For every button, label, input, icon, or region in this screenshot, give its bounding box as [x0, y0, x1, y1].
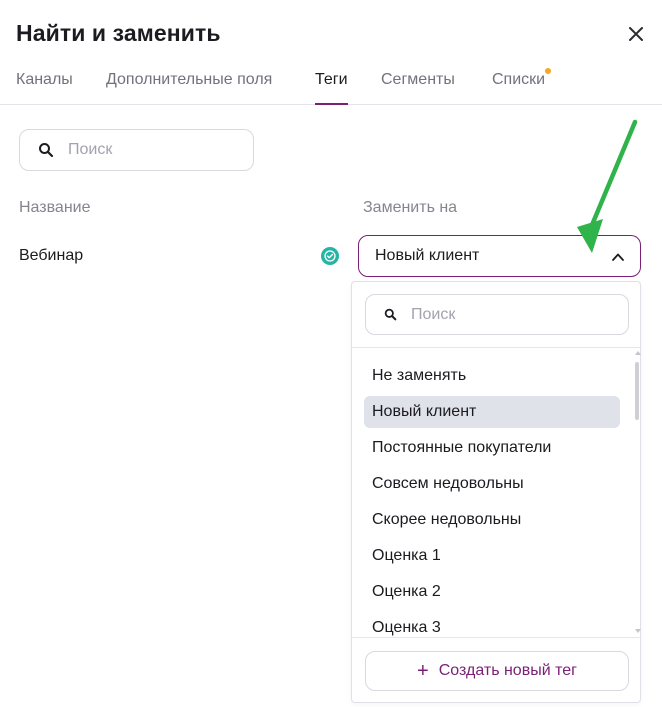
divider	[352, 637, 640, 638]
chevron-up-icon	[612, 253, 624, 261]
search-input[interactable]	[68, 141, 238, 159]
replace-select-value: Новый клиент	[375, 247, 480, 264]
create-tag-button[interactable]: + Создать новый тег	[365, 651, 629, 691]
option-item[interactable]: Оценка 1	[364, 540, 620, 572]
column-header-name: Название	[19, 199, 91, 216]
replace-dropdown: Не заменять Новый клиент Постоянные поку…	[351, 281, 641, 703]
option-item[interactable]: Не заменять	[364, 360, 620, 392]
option-item[interactable]: Оценка 2	[364, 576, 620, 608]
tab-custom-fields[interactable]: Дополнительные поля	[106, 71, 272, 104]
column-header-replace: Заменить на	[363, 199, 458, 216]
dropdown-search-input[interactable]	[411, 305, 611, 324]
option-item[interactable]: Скорее недовольны	[364, 504, 620, 536]
scrollbar[interactable]	[633, 348, 641, 636]
option-item-selected[interactable]: Новый клиент	[364, 396, 620, 428]
tab-lists-label: Списки	[492, 71, 546, 88]
create-tag-label: Создать новый тег	[438, 662, 577, 679]
option-item[interactable]: Оценка 3	[364, 612, 620, 636]
find-replace-dialog: Найти и заменить Каналы Дополнительные п…	[0, 0, 662, 707]
scroll-down-icon[interactable]	[635, 629, 641, 633]
tab-segments[interactable]: Сегменты	[381, 71, 455, 104]
plus-icon: +	[417, 660, 429, 682]
search-icon	[384, 308, 397, 321]
option-item[interactable]: Совсем недовольны	[364, 468, 620, 500]
tag-name: Вебинар	[19, 247, 84, 264]
scroll-up-icon[interactable]	[635, 351, 641, 355]
tab-bar: Каналы Дополнительные поля Теги Сегменты…	[0, 64, 662, 105]
dropdown-search-field[interactable]	[365, 294, 629, 335]
replace-select[interactable]: Новый клиент	[358, 235, 641, 277]
check-circle-icon	[321, 247, 339, 265]
close-icon	[629, 27, 643, 41]
notification-dot	[545, 68, 552, 74]
close-button[interactable]	[624, 22, 648, 46]
options-list: Не заменять Новый клиент Постоянные поку…	[352, 348, 632, 636]
dialog-title: Найти и заменить	[16, 20, 221, 46]
tab-channels[interactable]: Каналы	[16, 71, 73, 104]
scroll-thumb[interactable]	[635, 362, 639, 420]
tab-lists[interactable]: Списки	[492, 68, 552, 104]
option-item[interactable]: Постоянные покупатели	[364, 432, 620, 464]
search-field[interactable]	[19, 129, 254, 171]
search-icon	[39, 143, 54, 158]
tab-tags[interactable]: Теги	[315, 71, 348, 105]
